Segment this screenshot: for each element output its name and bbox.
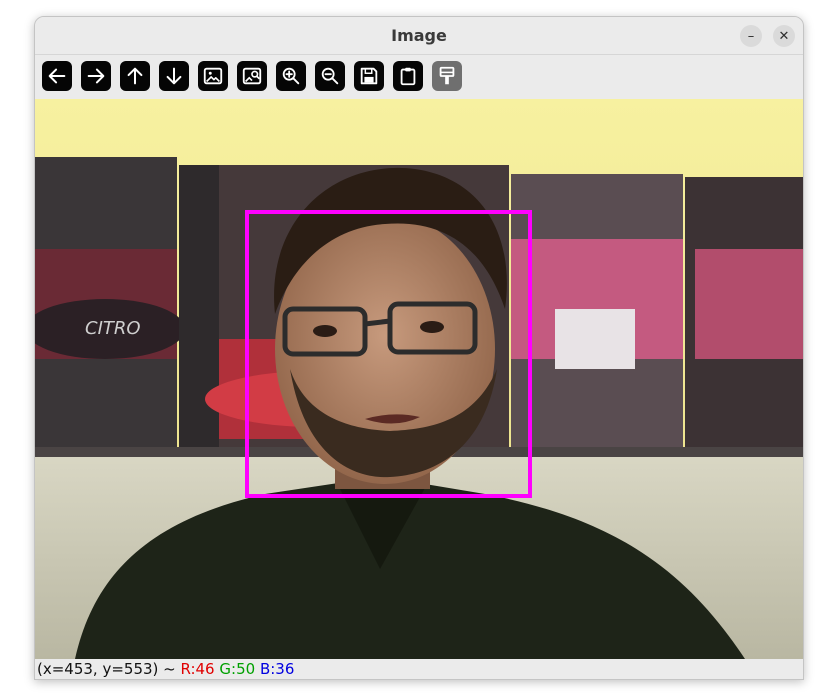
zoom-original-button[interactable] [237,61,267,91]
image-viewer-window: Image – ✕ CITRO (x=453, y=553) ~ R:46 G:… [34,16,804,680]
save-button[interactable] [354,61,384,91]
pixel-green-value: G:50 [219,660,256,678]
pan-left-button[interactable] [42,61,72,91]
monitor-right [511,174,803,467]
arrow-up-icon [127,67,143,85]
status-bar: (x=453, y=553) ~ R:46 G:50 B:36 [35,659,803,679]
window-title: Image [391,26,447,45]
copy-clipboard-button[interactable] [393,61,423,91]
pan-right-button[interactable] [81,61,111,91]
title-bar[interactable]: Image – ✕ [35,17,803,55]
zoom-in-icon [282,67,300,85]
image-search-icon [242,67,262,85]
toolbar [35,55,803,99]
svg-text:CITRO: CITRO [85,318,141,339]
pan-up-button[interactable] [120,61,150,91]
minimize-button[interactable]: – [740,25,762,47]
zoom-fit-button[interactable] [198,61,228,91]
face-detection-box [245,210,532,498]
arrow-left-icon [48,68,66,84]
zoom-out-button[interactable] [315,61,345,91]
properties-button[interactable] [432,61,462,91]
monitor-left: CITRO [35,157,185,457]
image-icon [203,67,223,85]
close-button[interactable]: ✕ [773,25,795,47]
floppy-disk-icon [360,67,378,85]
close-icon: ✕ [778,28,790,44]
arrow-down-icon [166,67,182,85]
pixel-blue-value: B:36 [259,660,295,678]
pixel-red-value: R:46 [180,660,215,678]
zoom-out-icon [321,67,339,85]
pan-down-button[interactable] [159,61,189,91]
zoom-in-button[interactable] [276,61,306,91]
arrow-right-icon [87,68,105,84]
cursor-coordinates: (x=453, y=553) ~ [37,660,181,678]
image-canvas[interactable]: CITRO [35,99,803,659]
minimize-icon: – [747,28,755,44]
paint-brush-icon [439,66,455,85]
clipboard-icon [400,67,416,86]
